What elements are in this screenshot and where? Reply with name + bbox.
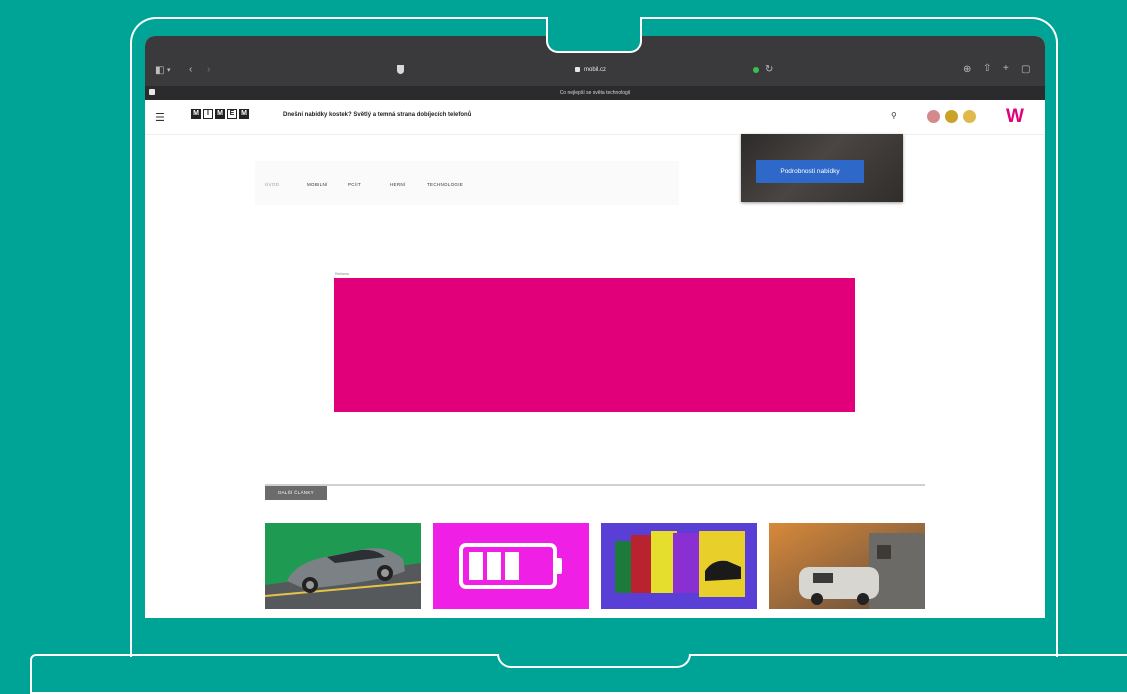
advertisement[interactable] xyxy=(334,278,855,412)
tab-title: Co nejlepší se světa technologií xyxy=(559,90,631,96)
lock-icon xyxy=(575,67,580,72)
download-icon[interactable]: ⊕ xyxy=(963,64,971,76)
logo-letter: M xyxy=(239,109,249,119)
logo-letter: M xyxy=(191,109,201,119)
camera-notch xyxy=(546,17,642,53)
article-card[interactable] xyxy=(769,523,925,609)
article-card[interactable] xyxy=(433,523,589,609)
nav-item[interactable]: MOBILNÍ xyxy=(307,182,328,187)
reload-icon[interactable]: ↻ xyxy=(765,64,773,76)
ad-label: Reklama xyxy=(335,272,349,276)
article-card[interactable] xyxy=(601,523,757,609)
address-bar[interactable]: mobil.cz xyxy=(405,62,785,78)
menu-icon[interactable]: ☰ xyxy=(155,111,165,124)
site-header xyxy=(145,100,1045,135)
battery-image xyxy=(433,523,589,609)
section-divider xyxy=(265,484,925,486)
ev-collage-image xyxy=(601,523,757,609)
tab-favicon xyxy=(149,89,155,95)
nav-item[interactable]: TECHNOLOGIE xyxy=(427,182,463,187)
avatar[interactable] xyxy=(945,110,958,123)
logo-letter: M xyxy=(215,109,225,119)
address-text: mobil.cz xyxy=(583,67,606,73)
article-card[interactable] xyxy=(265,523,421,609)
forward-icon[interactable]: › xyxy=(207,64,210,76)
logo-letter: I xyxy=(203,109,213,119)
nav-item[interactable]: HERNÍ xyxy=(390,182,406,187)
browser-tab[interactable]: Co nejlepší se světa technologií xyxy=(145,86,1045,100)
tabs-icon[interactable]: ▢ xyxy=(1021,64,1030,76)
back-icon[interactable]: ‹ xyxy=(189,64,192,76)
chevron-down-icon[interactable]: ▾ xyxy=(167,65,171,77)
logo-letter: E xyxy=(227,109,237,119)
sidebar-icon[interactable]: ◧ xyxy=(155,65,164,77)
laptop-screen: ◧ ▾ ‹ › mobil.cz ↻ ⊕ ⇧ + ▢ Co nejlepší s… xyxy=(145,36,1045,618)
offer-details-button[interactable]: Podrobnosti nabídky xyxy=(756,160,864,183)
camper-van-image xyxy=(769,523,925,609)
extension-icon[interactable] xyxy=(753,67,759,73)
header-headline[interactable]: Dnešní nabídky kostek? Světlý a temná st… xyxy=(283,112,471,118)
avatar[interactable] xyxy=(963,110,976,123)
brand-logo-icon[interactable]: W xyxy=(1006,106,1024,128)
nav-item[interactable]: PC/IT xyxy=(348,182,361,187)
site-logo[interactable]: M I M E M xyxy=(191,109,249,119)
avatar[interactable] xyxy=(927,110,940,123)
car-image xyxy=(265,523,421,609)
section-label: DALŠÍ ČLÁNKY xyxy=(265,486,327,500)
nav-item[interactable]: ÚVOD xyxy=(265,182,279,187)
share-icon[interactable]: ⇧ xyxy=(983,63,991,75)
search-icon[interactable]: ⚲ xyxy=(891,111,897,120)
shield-icon[interactable] xyxy=(397,65,404,74)
new-tab-icon[interactable]: + xyxy=(1003,63,1009,75)
laptop-opening-notch xyxy=(497,654,691,668)
